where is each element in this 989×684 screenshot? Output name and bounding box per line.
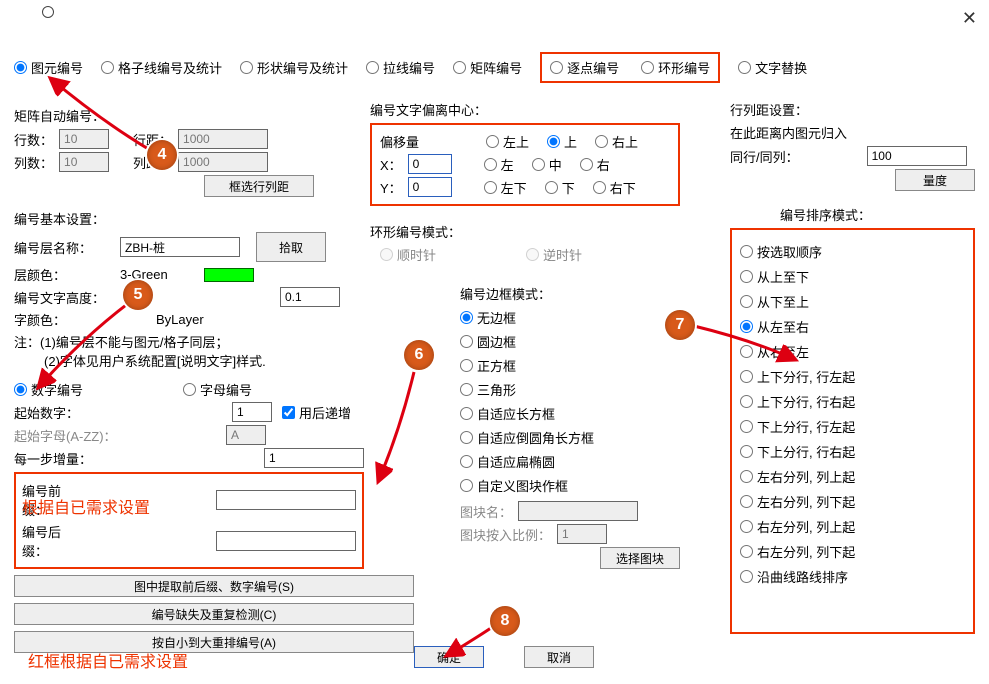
pick-rowcol-button[interactable]: 框选行列距 — [204, 175, 314, 197]
same-rowcol-input[interactable] — [867, 146, 967, 166]
layer-name-input[interactable] — [120, 237, 240, 257]
offset-x-input[interactable] — [408, 154, 452, 174]
sort-opt-0[interactable]: 按选取顺序 — [740, 242, 965, 261]
alpha-radio[interactable]: 字母编号 — [183, 380, 252, 399]
sort-opt-8[interactable]: 下上分行, 行右起 — [740, 442, 965, 461]
tab-line-number[interactable]: 拉线编号 — [366, 58, 435, 77]
cancel-button[interactable]: 取消 — [524, 646, 594, 668]
pos-lt[interactable]: 左上 — [486, 132, 529, 151]
rowdist-input[interactable] — [178, 129, 268, 149]
offset-y-input[interactable] — [408, 177, 452, 197]
pos-rt[interactable]: 右上 — [595, 132, 638, 151]
red-inline-note: 根据自已需求设置 — [22, 494, 150, 518]
extract-button[interactable]: 图中提取前后缀、数字编号(S) — [14, 575, 414, 597]
footer-red-note: 红框根据自已需求设置 — [28, 648, 188, 672]
check-button[interactable]: 编号缺失及重复检测(C) — [14, 603, 414, 625]
block-name-label: 图块名： — [460, 502, 512, 521]
badge-8: 8 — [490, 606, 520, 636]
tab-text-replace[interactable]: 文字替换 — [738, 58, 807, 77]
suffix-label: 编号后缀： — [22, 522, 74, 560]
base-title: 编号基本设置： — [14, 209, 364, 228]
border-opt-6[interactable]: 自适应扁椭圆 — [460, 452, 690, 471]
layer-color-name: 3-Green — [120, 267, 168, 282]
step-label: 每一步增量： — [14, 449, 93, 468]
sort-opt-1[interactable]: 从上至下 — [740, 267, 965, 286]
tab-shape-number[interactable]: 形状编号及统计 — [240, 58, 348, 77]
tab-point-number[interactable]: 逐点编号 — [550, 58, 619, 77]
ccw-radio[interactable]: 逆时针 — [526, 245, 582, 264]
suffix-input[interactable] — [216, 531, 356, 551]
start-number-input[interactable] — [232, 402, 272, 422]
layer-color-swatch[interactable] — [204, 268, 254, 282]
sort-opt-13[interactable]: 沿曲线路线排序 — [740, 567, 965, 586]
pos-r[interactable]: 右 — [580, 155, 610, 174]
sort-opt-6[interactable]: 上下分行, 行右起 — [740, 392, 965, 411]
badge-5: 5 — [123, 280, 153, 310]
badge-7: 7 — [665, 310, 695, 340]
offset-y-label: Y： — [380, 178, 402, 197]
offset-x-label: X： — [380, 155, 402, 174]
sort-opt-10[interactable]: 左右分列, 列下起 — [740, 492, 965, 511]
offset-amt-label: 偏移量 — [380, 132, 430, 151]
step-input[interactable] — [264, 448, 364, 468]
linedist-title: 行列距设置： — [730, 100, 975, 119]
border-opt-5[interactable]: 自适应倒圆角长方框 — [460, 428, 690, 447]
sort-title: 编号排序模式： — [780, 205, 975, 224]
close-icon[interactable]: ✕ — [962, 8, 977, 29]
border-opt-3[interactable]: 三角形 — [460, 380, 690, 399]
border-opt-2[interactable]: 正方框 — [460, 356, 690, 375]
coldist-input[interactable] — [178, 152, 268, 172]
sort-opt-7[interactable]: 下上分行, 行左起 — [740, 417, 965, 436]
prefix-input[interactable] — [216, 490, 356, 510]
badge-6: 6 — [404, 340, 434, 370]
block-scale-input[interactable] — [557, 524, 607, 544]
pos-l[interactable]: 左 — [484, 155, 514, 174]
tab-matrix-number[interactable]: 矩阵编号 — [453, 58, 522, 77]
offset-title: 编号文字偏离中心： — [370, 100, 690, 119]
start-number-label: 起始数字： — [14, 403, 134, 422]
sort-options-panel: 按选取顺序从上至下从下至上从左至右从右至左上下分行, 行左起上下分行, 行右起下… — [730, 228, 975, 634]
cw-radio[interactable]: 顺时针 — [380, 245, 436, 264]
pos-b[interactable]: 下 — [545, 178, 575, 197]
border-opt-4[interactable]: 自适应长方框 — [460, 404, 690, 423]
layer-color-label: 层颜色： — [14, 265, 114, 284]
layer-name-label: 编号层名称： — [14, 238, 114, 257]
measure-button[interactable]: 量度 — [895, 169, 975, 191]
text-height-input[interactable] — [280, 287, 340, 307]
sort-opt-11[interactable]: 右左分列, 列上起 — [740, 517, 965, 536]
start-alpha-label: 起始字母(A-ZZ)： — [14, 426, 220, 445]
pos-lb[interactable]: 左下 — [484, 178, 527, 197]
pos-rb[interactable]: 右下 — [593, 178, 636, 197]
sort-opt-2[interactable]: 从下至上 — [740, 292, 965, 311]
border-title: 编号边框模式： — [460, 284, 690, 303]
sort-opt-9[interactable]: 左右分列, 列上起 — [740, 467, 965, 486]
block-scale-label: 图块按入比例： — [460, 525, 551, 544]
badge-4: 4 — [147, 140, 177, 170]
font-color-value: ByLayer — [156, 312, 204, 327]
border-opt-0[interactable]: 无边框 — [460, 308, 690, 327]
offset-grid-row1: 左上 上 右上 — [486, 132, 638, 151]
border-opt-1[interactable]: 圆边框 — [460, 332, 690, 351]
increment-checkbox[interactable]: 用后递增 — [282, 403, 351, 422]
pos-c[interactable]: 中 — [532, 155, 562, 174]
border-opt-7[interactable]: 自定义图块作框 — [460, 476, 690, 495]
block-name-input[interactable] — [518, 501, 638, 521]
tab-ring-number[interactable]: 环形编号 — [641, 58, 710, 77]
linedist-desc: 在此距离内图元归入 — [730, 123, 975, 142]
same-rowcol-label: 同行/同列： — [730, 147, 799, 166]
sort-opt-12[interactable]: 右左分列, 列下起 — [740, 542, 965, 561]
pick-block-button[interactable]: 选择图块 — [600, 547, 680, 569]
title-dot — [42, 6, 54, 18]
pick-layer-button[interactable]: 拾取 — [256, 232, 326, 262]
pos-t[interactable]: 上 — [547, 132, 577, 151]
start-alpha-input[interactable] — [226, 425, 266, 445]
ring-title: 环形编号模式： — [370, 222, 690, 241]
